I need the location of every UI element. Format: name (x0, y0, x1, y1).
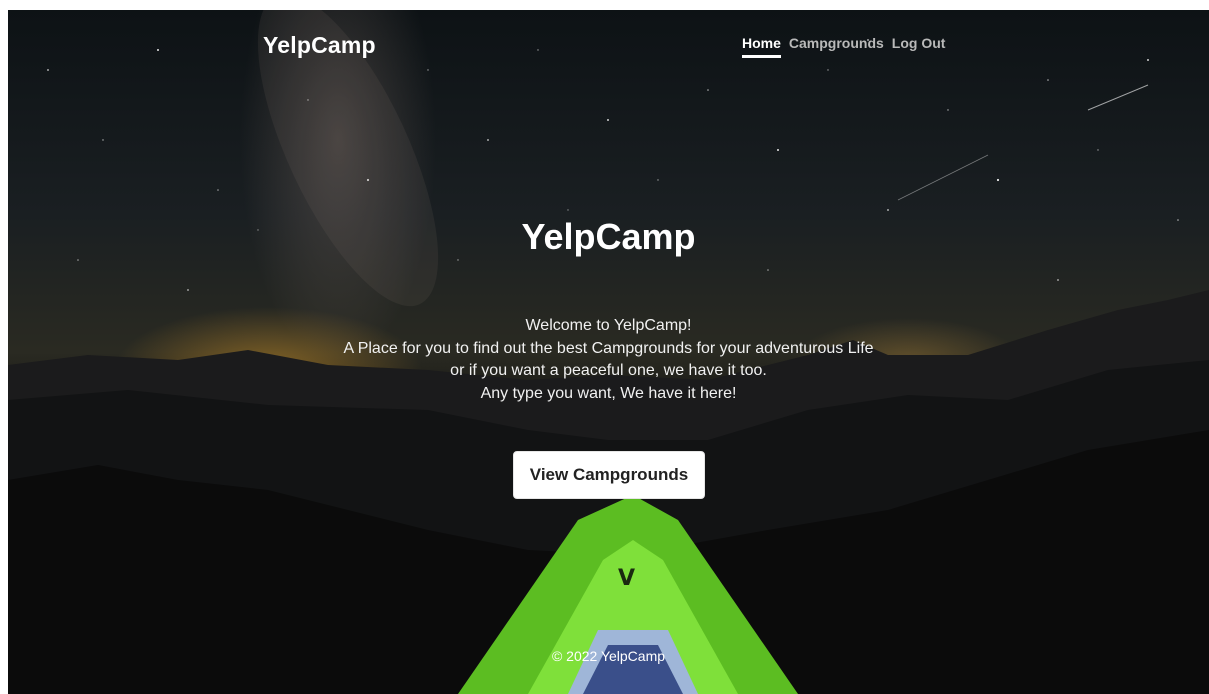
hero-title: YelpCamp (521, 216, 696, 257)
hero-line-welcome: Welcome to YelpCamp! (525, 317, 692, 334)
navbar-brand[interactable]: YelpCamp (263, 32, 376, 59)
nav-link-campgrounds[interactable]: Campgrounds (789, 35, 884, 58)
svg-text:V: V (618, 566, 635, 591)
view-campgrounds-button[interactable]: View Campgrounds (513, 451, 705, 499)
hero-background: V YelpCamp Home Campgrounds Log Out Yelp… (8, 10, 1209, 694)
hero-description: Welcome to YelpCamp! A Place for you to … (8, 315, 1209, 405)
navbar-links: Home Campgrounds Log Out (742, 35, 945, 58)
nav-link-home[interactable]: Home (742, 35, 781, 58)
footer-copyright: © 2022 YelpCamp (551, 648, 666, 664)
hero-line-peaceful: or if you want a peaceful one, we have i… (450, 362, 767, 379)
nav-link-logout[interactable]: Log Out (892, 35, 946, 58)
hero-line-place: A Place for you to find out the best Cam… (343, 339, 874, 357)
hero-line-any-type: Any type you want, We have it here! (480, 384, 737, 402)
